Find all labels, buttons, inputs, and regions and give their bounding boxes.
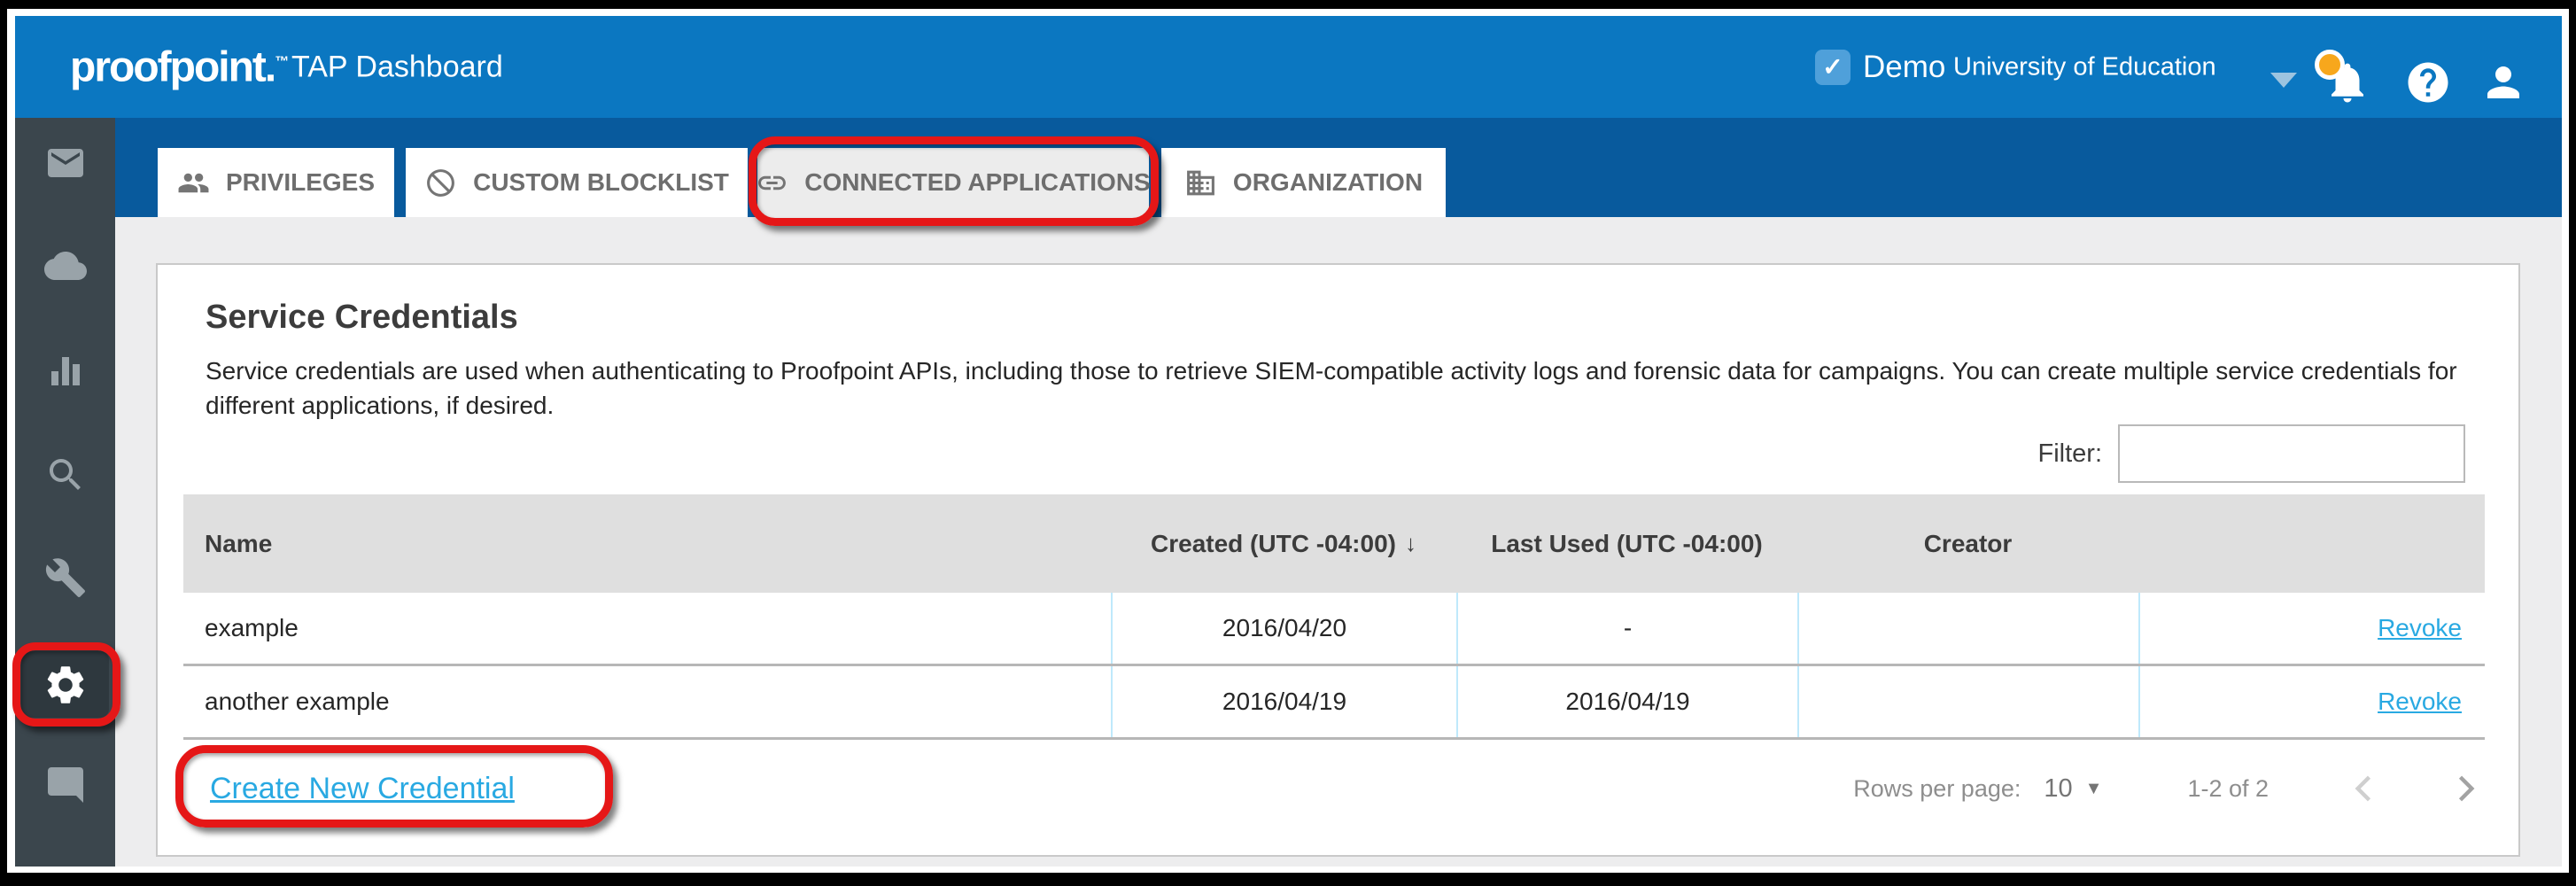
tab-label: PRIVILEGES [226,168,375,197]
table-header-row: Name Created (UTC -04:00)↓ Last Used (UT… [183,494,2485,593]
revoke-link[interactable]: Revoke [2378,688,2462,716]
sidebar-item-reports[interactable] [44,350,87,392]
demo-checkbox[interactable]: ✓ [1815,50,1851,85]
sidebar-item-feedback[interactable] [44,764,87,806]
block-icon [424,167,457,199]
rows-per-page-value[interactable]: 10 [2044,774,2072,804]
cell-creator [1797,666,2138,737]
wrench-icon [44,556,87,599]
proofpoint-logo: proofpoint.™ [70,43,289,91]
section-heading: Service Credentials [206,299,518,337]
frame-border-right [2569,0,2576,886]
link-icon [756,167,788,199]
logo-text: proofpoint. [70,43,275,90]
tab-organization[interactable]: ORGANIZATION [1161,148,1446,217]
chevron-right-icon [2446,769,2485,808]
table-footer: Create New Credential Rows per page: 10 … [183,740,2485,837]
table-row: another example 2016/04/19 2016/04/19 Re… [183,666,2485,740]
organization-selector[interactable]: University of Education [1953,52,2216,82]
tab-custom-blocklist[interactable]: CUSTOM BLOCKLIST [406,148,748,217]
pagination: Rows per page: 10 ▼ 1-2 of 2 [1853,769,2485,808]
check-icon: ✓ [1822,52,1843,82]
cell-name: another example [183,666,1111,737]
table-row: example 2016/04/20 - Revoke [183,593,2485,666]
help-icon [2404,58,2452,106]
create-new-credential-link[interactable]: Create New Credential [210,772,515,806]
rows-per-page-label: Rows per page: [1853,775,2021,803]
gear-icon [43,662,89,708]
left-nav-sidebar [15,118,115,867]
mail-icon [44,142,87,184]
filter-label: Filter: [2038,439,2103,469]
chevron-down-icon[interactable] [2270,73,2297,88]
tab-label: CUSTOM BLOCKLIST [473,168,729,197]
person-icon [2479,58,2527,106]
sidebar-item-search[interactable] [44,454,87,496]
sort-desc-icon: ↓ [1405,530,1416,557]
account-button[interactable] [2479,58,2527,106]
cell-action: Revoke [2138,593,2485,664]
chevron-left-icon [2345,769,2384,808]
previous-page-button[interactable] [2345,769,2384,808]
column-header-created[interactable]: Created (UTC -04:00)↓ [1111,494,1456,593]
people-icon [177,167,210,199]
column-header-actions [2138,494,2485,593]
cell-creator [1797,593,2138,664]
sidebar-item-mail[interactable] [44,142,87,184]
building-icon [1184,167,1217,199]
cell-created: 2016/04/19 [1111,666,1456,737]
column-header-creator: Creator [1797,494,2138,593]
section-description: Service credentials are used when authen… [206,354,2473,423]
column-header-last-used: Last Used (UTC -04:00) [1456,494,1797,593]
filter-input[interactable] [2118,424,2465,483]
column-header-name: Name [183,494,1111,593]
credentials-table: Name Created (UTC -04:00)↓ Last Used (UT… [183,494,2485,740]
tab-label: CONNECTED APPLICATIONS [804,168,1150,197]
tab-label: ORGANIZATION [1233,168,1423,197]
cell-last-used: - [1456,593,1797,664]
search-icon [44,454,87,496]
service-credentials-card: Service Credentials Service credentials … [156,263,2520,857]
revoke-link[interactable]: Revoke [2378,614,2462,642]
tab-privileges[interactable]: PRIVILEGES [158,148,394,217]
sidebar-item-settings[interactable] [21,651,109,718]
page-title: TAP Dashboard [291,50,503,84]
notification-badge [2315,50,2345,80]
cell-name: example [183,593,1111,664]
chat-bubble-icon [44,764,87,806]
frame-border-left [0,0,7,886]
caret-down-icon[interactable]: ▼ [2085,779,2103,799]
cell-created: 2016/04/20 [1111,593,1456,664]
sidebar-item-tools[interactable] [44,556,87,599]
pagination-range: 1-2 of 2 [2187,775,2269,803]
cell-last-used: 2016/04/19 [1456,666,1797,737]
sidebar-item-cloud[interactable] [44,245,87,287]
trademark-symbol: ™ [275,54,289,69]
filter-row: Filter: [2038,424,2466,483]
demo-label: Demo [1863,50,1945,85]
cloud-icon [44,245,87,287]
next-page-button[interactable] [2446,769,2485,808]
help-button[interactable] [2404,58,2452,106]
bar-chart-icon [44,350,87,392]
frame-border-top [0,0,2576,9]
cell-action: Revoke [2138,666,2485,737]
top-header-bar: proofpoint.™ TAP Dashboard ✓ Demo Univer… [15,16,2562,118]
frame-border-bottom [0,873,2576,886]
tab-connected-applications[interactable]: CONNECTED APPLICATIONS [757,148,1149,217]
